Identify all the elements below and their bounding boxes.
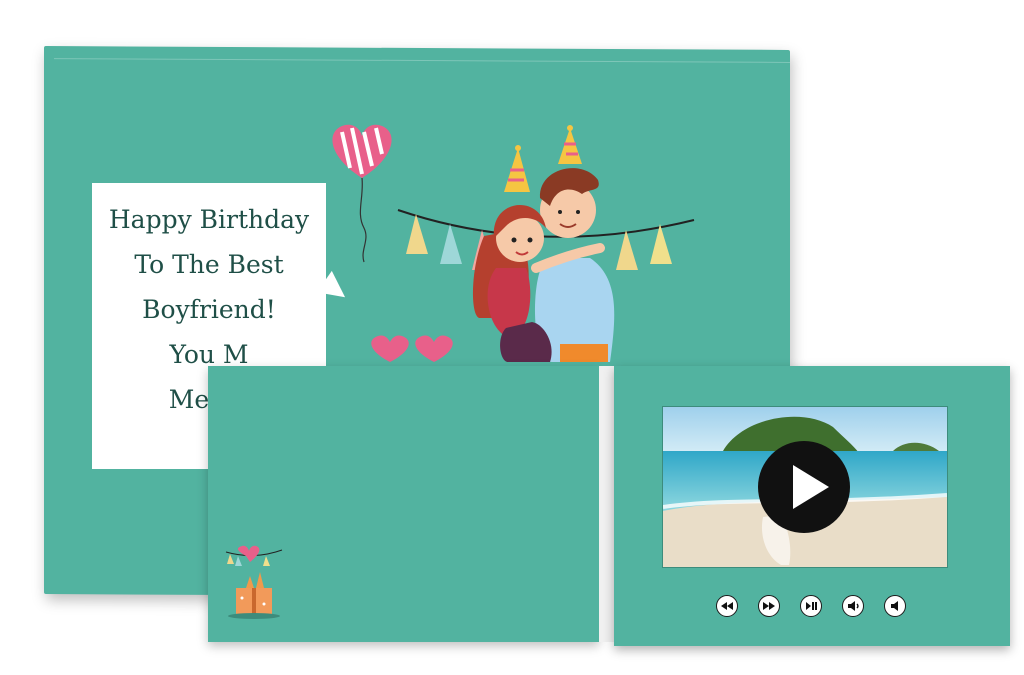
rewind-icon xyxy=(721,602,733,610)
page-spine xyxy=(599,366,614,642)
couple-illustration xyxy=(332,124,695,362)
volume-up-icon xyxy=(891,601,898,611)
boy-figure xyxy=(534,125,615,362)
play-pause-button[interactable] xyxy=(800,595,822,617)
play-pause-icon xyxy=(806,602,817,610)
message-line-2: To The Best xyxy=(134,250,284,279)
volume-up-button[interactable] xyxy=(884,595,906,617)
heart-balloon-icon xyxy=(332,124,392,263)
message-line-3: Boyfriend! xyxy=(142,295,276,324)
hearts-decoration-icon xyxy=(371,335,453,362)
message-line-1: Happy Birthday xyxy=(108,205,310,234)
video-controls xyxy=(716,595,916,619)
play-button[interactable] xyxy=(758,441,850,533)
fast-forward-icon xyxy=(763,602,775,610)
volume-down-button[interactable] xyxy=(842,595,864,617)
volume-down-icon xyxy=(848,601,859,611)
rewind-button[interactable] xyxy=(716,595,738,617)
gift-box-icon xyxy=(225,545,283,619)
fast-forward-button[interactable] xyxy=(758,595,780,617)
